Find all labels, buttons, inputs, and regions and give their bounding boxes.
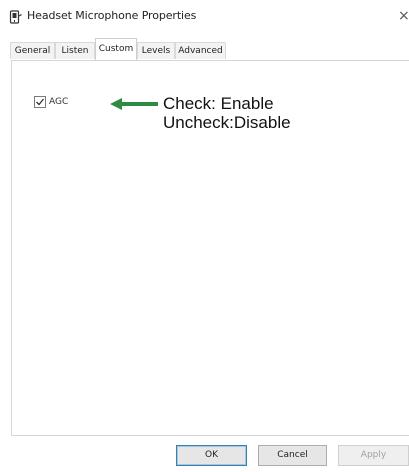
tab-strip: General Listen Custom Levels Advanced bbox=[0, 38, 409, 60]
annotation-line-2: Uncheck:Disable bbox=[163, 113, 291, 132]
close-button[interactable]: × bbox=[398, 5, 409, 27]
microphone-icon bbox=[9, 10, 22, 24]
agc-label: AGC bbox=[49, 97, 69, 107]
cancel-button[interactable]: Cancel bbox=[258, 445, 327, 466]
annotation-line-1: Check: Enable bbox=[163, 94, 274, 113]
properties-dialog: Headset Microphone Properties × General … bbox=[0, 0, 409, 472]
tab-listen[interactable]: Listen bbox=[55, 42, 95, 59]
tab-custom[interactable]: Custom bbox=[95, 38, 137, 60]
checkmark-icon bbox=[36, 98, 45, 106]
ok-button[interactable]: OK bbox=[176, 445, 247, 466]
agc-checkbox[interactable] bbox=[34, 96, 46, 108]
tab-levels[interactable]: Levels bbox=[137, 42, 175, 59]
annotation-text: Check: Enable Uncheck:Disable bbox=[163, 94, 291, 132]
window-title: Headset Microphone Properties bbox=[27, 9, 197, 22]
title-bar: Headset Microphone Properties × bbox=[0, 0, 409, 34]
apply-button[interactable]: Apply bbox=[338, 445, 409, 466]
green-arrow-icon bbox=[110, 98, 158, 110]
tab-advanced[interactable]: Advanced bbox=[175, 42, 226, 59]
tab-general[interactable]: General bbox=[10, 42, 55, 59]
